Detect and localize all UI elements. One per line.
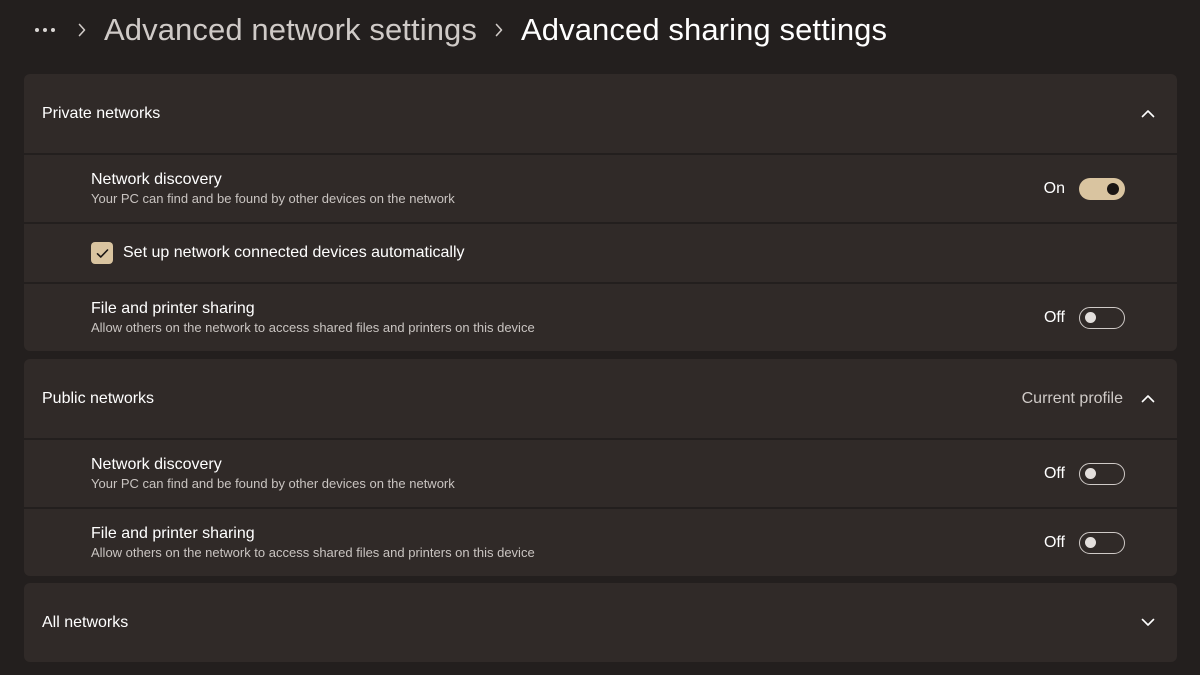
private-network-discovery-row: Network discovery Your PC can find and b… (24, 153, 1177, 222)
auto-setup-row: Set up network connected devices automat… (24, 222, 1177, 282)
all-networks-header[interactable]: All networks (24, 583, 1177, 662)
chevron-right-icon (477, 15, 521, 45)
chevron-right-icon (60, 15, 104, 45)
setting-title: Network discovery (91, 455, 222, 473)
private-networks-header[interactable]: Private networks (24, 74, 1177, 153)
public-networks-section: Public networks Current profile Network … (24, 359, 1177, 576)
more-horizontal-icon[interactable] (30, 15, 60, 45)
section-title: All networks (42, 613, 129, 631)
auto-setup-checkbox-row[interactable]: Set up network connected devices automat… (91, 242, 465, 264)
chevron-up-icon[interactable] (1139, 105, 1157, 123)
auto-setup-label: Set up network connected devices automat… (123, 244, 465, 261)
checkmark-icon (96, 248, 108, 258)
current-profile-label: Current profile (1021, 389, 1123, 407)
setting-description: Allow others on the network to access sh… (91, 544, 535, 560)
private-file-printer-sharing-row: File and printer sharing Allow others on… (24, 282, 1177, 351)
toggle-state-label: On (1043, 179, 1065, 197)
section-title: Private networks (42, 104, 161, 122)
public-file-printer-sharing-toggle[interactable] (1079, 531, 1125, 554)
setting-title: File and printer sharing (91, 524, 255, 542)
setting-title: Network discovery (91, 170, 222, 188)
public-file-printer-sharing-row: File and printer sharing Allow others on… (24, 507, 1177, 576)
private-file-printer-sharing-toggle[interactable] (1079, 306, 1125, 329)
public-network-discovery-toggle[interactable] (1079, 462, 1125, 485)
chevron-up-icon[interactable] (1139, 390, 1157, 408)
private-network-discovery-toggle[interactable] (1079, 177, 1125, 200)
setting-description: Your PC can find and be found by other d… (91, 475, 455, 491)
toggle-state-label: Off (1043, 464, 1065, 482)
public-networks-header[interactable]: Public networks Current profile (24, 359, 1177, 438)
setting-title: File and printer sharing (91, 299, 255, 317)
toggle-state-label: Off (1043, 533, 1065, 551)
breadcrumb-advanced-network-settings[interactable]: Advanced network settings (104, 12, 477, 48)
public-network-discovery-row: Network discovery Your PC can find and b… (24, 438, 1177, 507)
setting-description: Your PC can find and be found by other d… (91, 190, 455, 206)
breadcrumb: Advanced network settings Advanced shari… (30, 0, 887, 60)
auto-setup-checkbox[interactable] (91, 242, 113, 264)
page-title: Advanced sharing settings (521, 12, 888, 47)
section-title: Public networks (42, 389, 155, 407)
private-networks-section: Private networks Network discovery Your … (24, 74, 1177, 351)
setting-description: Allow others on the network to access sh… (91, 319, 535, 335)
all-networks-section: All networks (24, 583, 1177, 662)
toggle-state-label: Off (1043, 308, 1065, 326)
chevron-down-icon[interactable] (1139, 614, 1157, 632)
